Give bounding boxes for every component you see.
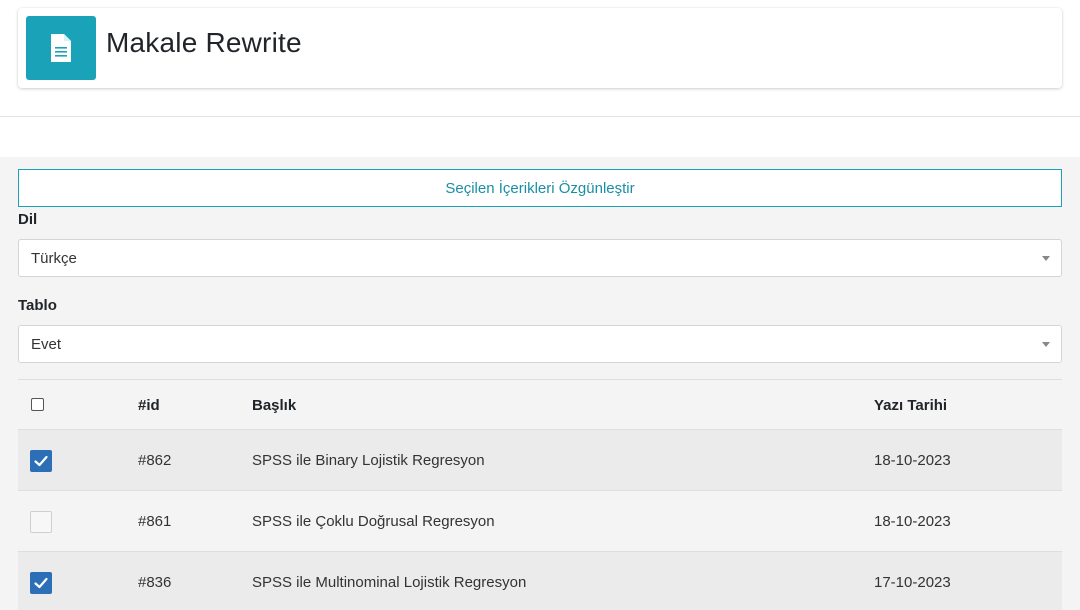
column-header-date: Yazı Tarihi [874,397,948,414]
column-header-id: #id [138,397,160,414]
row-checkbox[interactable] [30,572,52,594]
table-row[interactable]: #862 SPSS ile Binary Lojistik Regresyon … [18,430,1062,491]
row-checkbox[interactable] [30,511,52,533]
table-select-value: Evet [31,335,62,353]
language-label: Dil [18,211,38,228]
table-row[interactable]: #861 SPSS ile Çoklu Doğrusal Regresyon 1… [18,491,1062,552]
row-id: #836 [138,574,172,591]
page-header: Makale Rewrite [18,8,1062,88]
page-title: Makale Rewrite [106,27,302,58]
rewrite-selected-button[interactable]: Seçilen İçerikleri Özgünleştir [18,169,1062,207]
select-all-checkbox[interactable] [31,398,44,411]
table-row[interactable]: #836 SPSS ile Multinominal Lojistik Regr… [18,552,1062,610]
table-label: Tablo [18,297,57,314]
table-header: #id Başlık Yazı Tarihi [18,379,1062,430]
language-select[interactable]: Türkçe [18,239,1062,277]
row-id: #861 [138,513,172,530]
table-select[interactable]: Evet [18,325,1062,363]
row-title: SPSS ile Çoklu Doğrusal Regresyon [252,513,495,530]
caret-down-icon [1042,342,1050,347]
row-date: 17-10-2023 [874,574,951,591]
row-title: SPSS ile Binary Lojistik Regresyon [252,452,485,469]
column-header-title: Başlık [252,397,297,414]
row-title: SPSS ile Multinominal Lojistik Regresyon [252,574,527,591]
language-select-value: Türkçe [31,249,77,267]
document-icon [26,16,96,80]
row-date: 18-10-2023 [874,513,951,530]
check-icon [34,577,48,589]
row-date: 18-10-2023 [874,452,951,469]
articles-table: #id Başlık Yazı Tarihi #862 SPSS ile Bin… [18,379,1062,610]
check-icon [34,455,48,467]
row-checkbox[interactable] [30,450,52,472]
divider [0,116,1080,117]
row-id: #862 [138,452,172,469]
caret-down-icon [1042,256,1050,261]
